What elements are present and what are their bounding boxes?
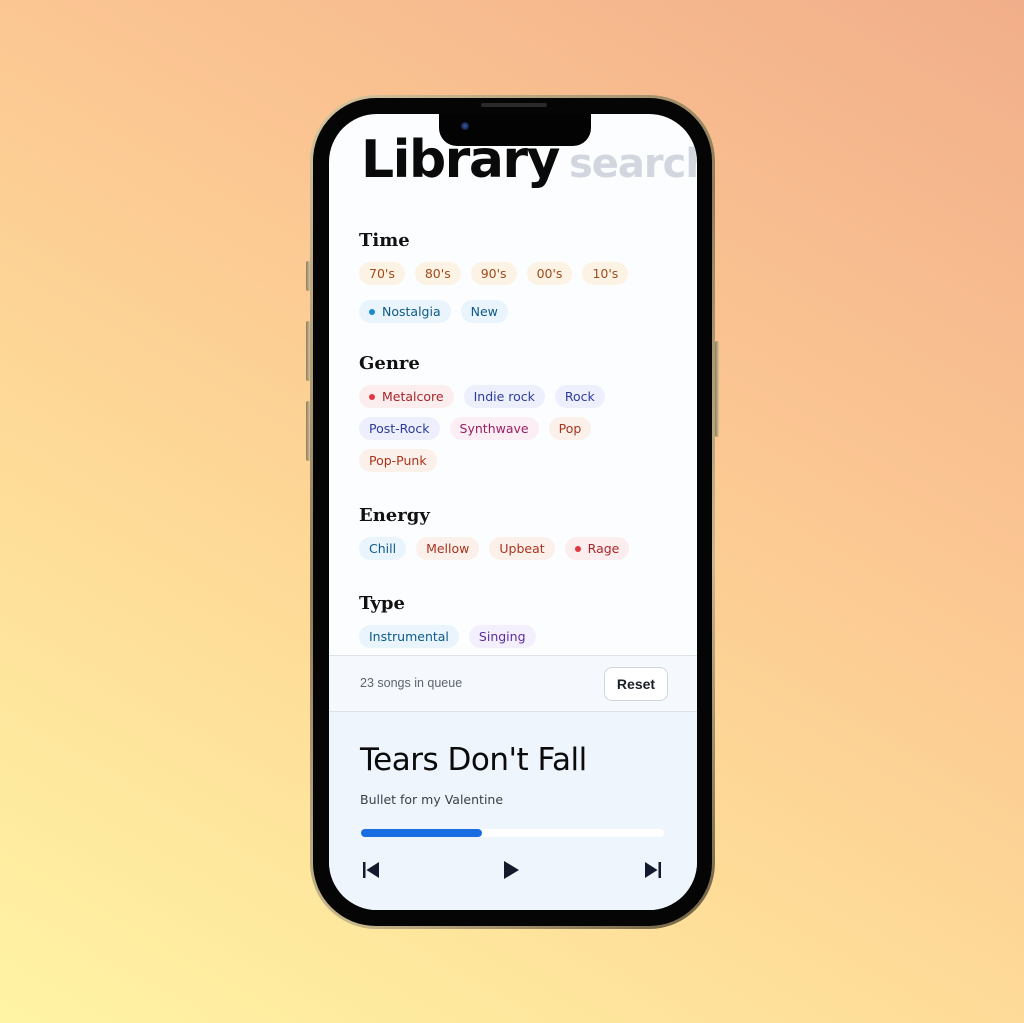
- front-camera: [461, 122, 469, 130]
- filter-chip-new[interactable]: New: [460, 300, 508, 323]
- chip-label: Nostalgia: [382, 304, 441, 319]
- play-button[interactable]: [498, 858, 524, 882]
- earpiece-speaker: [481, 103, 547, 107]
- filter-chip-post-rock[interactable]: Post-Rock: [359, 417, 440, 440]
- section-title: Genre: [359, 353, 420, 374]
- artist-name: Bullet for my Valentine: [360, 792, 504, 807]
- filter-chip-00-s[interactable]: 00's: [526, 262, 573, 285]
- filter-chip-90-s[interactable]: 90's: [470, 262, 517, 285]
- search-tab[interactable]: search: [569, 141, 697, 187]
- queue-bar: 23 songs in queue Reset: [329, 655, 697, 712]
- filter-sections: Time 70's 80's 90's 00's 10's Nostalgia New Ge…: [359, 230, 677, 648]
- queue-count: 23 songs in queue: [360, 676, 463, 690]
- section-genre: Genre Metalcore Indie rock Rock Post-Rock Sy…: [359, 353, 677, 472]
- next-button[interactable]: [640, 858, 666, 882]
- chip-label: 80's: [424, 266, 451, 281]
- mute-switch: [306, 261, 310, 291]
- chip-label: Rage: [587, 541, 620, 556]
- volume-down-button: [306, 401, 310, 461]
- filter-chip-rage[interactable]: Rage: [564, 537, 630, 560]
- skip-next-icon: [645, 862, 661, 878]
- section-title: Energy: [359, 505, 430, 526]
- chip-label: Pop-Punk: [369, 453, 427, 468]
- chip-group: Instrumental Singing: [359, 625, 677, 648]
- section-energy: Energy Chill Mellow Upbeat Rage: [359, 505, 677, 560]
- filter-chip-mellow[interactable]: Mellow: [416, 537, 480, 560]
- play-icon: [504, 861, 519, 879]
- section-type: Type Instrumental Singing: [359, 593, 677, 648]
- selected-dot-icon: [369, 393, 375, 400]
- filter-chip-metalcore[interactable]: Metalcore: [359, 385, 454, 408]
- filter-chip-singing[interactable]: Singing: [468, 625, 536, 648]
- chip-label: Metalcore: [382, 389, 444, 404]
- chip-label: Singing: [478, 629, 526, 644]
- chip-label: Upbeat: [499, 541, 545, 556]
- filter-chip-80-s[interactable]: 80's: [414, 262, 461, 285]
- filter-chip-synthwave[interactable]: Synthwave: [449, 417, 539, 440]
- chip-label: 00's: [536, 266, 563, 281]
- chip-label: Rock: [564, 389, 595, 404]
- filter-chip-upbeat[interactable]: Upbeat: [489, 537, 555, 560]
- now-playing: Tears Don't Fall Bullet for my Valentine: [329, 712, 697, 910]
- chip-group: Metalcore Indie rock Rock Post-Rock Synthwav…: [359, 385, 677, 472]
- section-title: Type: [359, 593, 405, 614]
- filter-chip-70-s[interactable]: 70's: [359, 262, 405, 285]
- filter-chip-rock[interactable]: Rock: [554, 385, 605, 408]
- filter-chip-nostalgia[interactable]: Nostalgia: [359, 300, 451, 323]
- chip-label: Indie rock: [473, 389, 535, 404]
- chip-label: 90's: [480, 266, 507, 281]
- chip-label: New: [470, 304, 498, 319]
- chip-label: Mellow: [426, 541, 470, 556]
- chip-group: 70's 80's 90's 00's 10's Nostalgia New: [359, 262, 677, 323]
- power-button: [715, 341, 719, 437]
- chip-label: 10's: [592, 266, 619, 281]
- filter-chip-pop-punk[interactable]: Pop-Punk: [359, 449, 437, 472]
- selected-dot-icon: [574, 545, 581, 552]
- app-screen: Librarysearch Time 70's80's90's00's10'sN…: [329, 114, 697, 910]
- chip-group: Chill Mellow Upbeat Rage: [359, 537, 677, 560]
- filter-chip-indie-rock[interactable]: Indie rock: [463, 385, 545, 408]
- phone-frame: Librarysearch Time 70's80's90's00's10'sN…: [306, 95, 719, 929]
- chip-label: Instrumental: [369, 629, 449, 644]
- notch: [439, 114, 591, 146]
- song-title: Tears Don't Fall: [360, 742, 587, 778]
- section-time: Time 70's 80's 90's 00's 10's Nostalgia New: [359, 230, 677, 323]
- reset-button[interactable]: Reset: [604, 667, 668, 701]
- filter-chip-chill[interactable]: Chill: [359, 537, 407, 560]
- progress-bar[interactable]: [361, 829, 664, 837]
- chip-label: 70's: [369, 266, 395, 281]
- chip-label: Chill: [369, 541, 397, 556]
- skip-previous-icon: [363, 862, 379, 878]
- selected-dot-icon: [369, 308, 375, 315]
- section-title: Time: [359, 230, 410, 251]
- progress-fill: [361, 829, 483, 837]
- phone-bezel: Librarysearch Time 70's80's90's00's10'sN…: [313, 98, 712, 926]
- chip-label: Post-Rock: [369, 421, 430, 436]
- filter-chip-instrumental[interactable]: Instrumental: [359, 625, 459, 648]
- filter-chip-10-s[interactable]: 10's: [582, 262, 629, 285]
- volume-up-button: [306, 321, 310, 381]
- chip-label: Synthwave: [459, 421, 529, 436]
- filter-chip-pop[interactable]: Pop: [548, 417, 592, 440]
- previous-button[interactable]: [358, 858, 384, 882]
- chip-label: Pop: [558, 421, 582, 436]
